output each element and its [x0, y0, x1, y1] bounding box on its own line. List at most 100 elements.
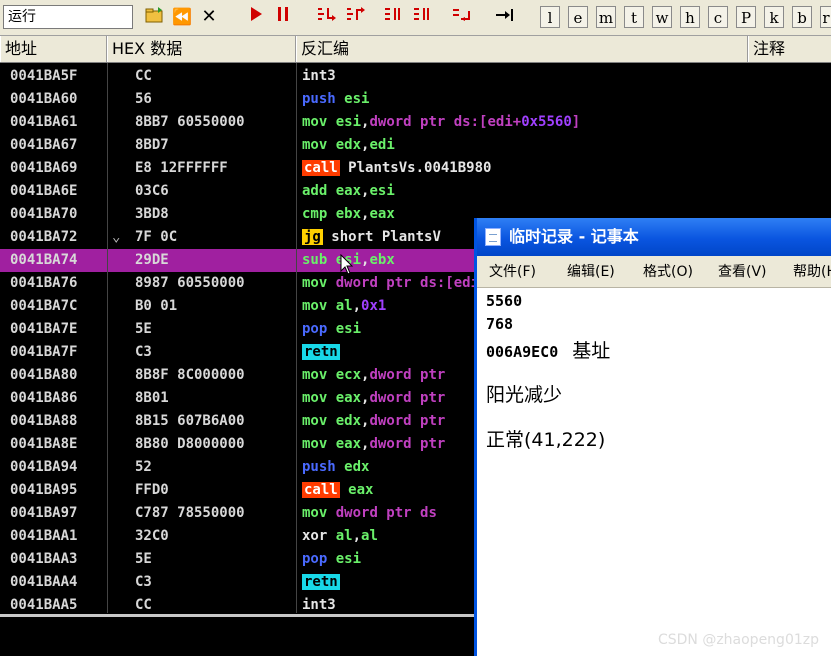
instruction-text: call PlantsVs.0041B980 [302, 157, 491, 180]
instruction-bytes: 3BD8 [135, 206, 169, 222]
opcode-mnemonic: int3 [302, 68, 336, 84]
jump-arrow-icon: ⌄ [112, 229, 121, 245]
instruction-text: mov dword ptr ds [302, 502, 437, 525]
menu-help[interactable]: 帮助(H) [793, 256, 831, 288]
windows-button[interactable]: w [652, 6, 672, 28]
instruction-row[interactable]: 0041BA6E 03C6 add eax,esi [0, 180, 831, 203]
instruction-address: 0041BA70 [10, 206, 78, 222]
handles-button[interactable]: h [680, 6, 700, 28]
instruction-address: 0041BA88 [10, 413, 78, 429]
open-icon[interactable] [142, 6, 166, 28]
instruction-text: call eax [302, 479, 373, 502]
breakpoints-button[interactable]: b [792, 6, 812, 28]
column-header-disassembly[interactable]: 反汇编 [296, 36, 748, 62]
opcode-mnemonic: mov [302, 413, 328, 429]
opcode-mnemonic: retn [302, 344, 340, 360]
opcode-mnemonic: mov [302, 137, 328, 153]
operand: esi [369, 183, 395, 199]
opcode-mnemonic: cmp [302, 206, 328, 222]
note-line: 768 [486, 315, 514, 333]
instruction-address: 0041BA74 [10, 252, 78, 268]
operand: eax [335, 183, 362, 199]
notepad-text-area[interactable]: 5560 768 006A9EC0 基址 阳光减少 正常(41,222) [477, 288, 831, 656]
opcode-mnemonic: retn [302, 574, 340, 590]
instruction-text: int3 [302, 594, 336, 613]
instruction-address: 0041BA7E [10, 321, 78, 337]
instruction-bytes: 8987 60550000 [135, 275, 245, 291]
instruction-address: 0041BA76 [10, 275, 78, 291]
column-header-comment[interactable]: 注释 [748, 36, 831, 62]
notepad-window[interactable]: 临时记录 - 记事本 文件(F) 编辑(E) 格式(O) 查看(V) 帮助(H)… [474, 218, 831, 656]
notepad-title: 临时记录 - 记事本 [509, 227, 639, 246]
instruction-text: mov eax,dword ptr [302, 387, 445, 410]
instruction-row[interactable]: 0041BA5F CC int3 [0, 65, 831, 88]
operand: eax [348, 482, 374, 498]
close-icon[interactable]: ✕ [198, 6, 220, 28]
instruction-address: 0041BA7F [10, 344, 78, 360]
opcode-mnemonic: mov [302, 275, 328, 291]
operand: eax [369, 206, 395, 222]
operand: esi [344, 91, 370, 107]
operand: dword ptr ds:[edi+ [369, 114, 522, 130]
notepad-icon [485, 228, 501, 246]
trace-into-icon[interactable] [382, 6, 406, 28]
instruction-address: 0041BA60 [10, 91, 78, 107]
instruction-bytes: E8 12FFFFFF [135, 160, 228, 176]
trace-over-icon[interactable] [411, 6, 435, 28]
references-button[interactable]: r [820, 6, 831, 28]
step-into-icon[interactable] [315, 6, 339, 28]
run-icon[interactable] [245, 6, 267, 28]
instruction-row[interactable]: 0041BA69 E8 12FFFFFF call PlantsVs.0041B98… [0, 157, 831, 180]
executable-modules-button[interactable]: e [568, 6, 588, 28]
column-divider [296, 63, 297, 613]
menu-format[interactable]: 格式(O) [643, 256, 693, 288]
operand: esi [335, 551, 362, 567]
instruction-address: 0041BA86 [10, 390, 78, 406]
instruction-bytes: C3 [135, 574, 152, 590]
instruction-address: 0041BA61 [10, 114, 78, 130]
operand: 0x5560 [521, 114, 572, 130]
rewind-icon[interactable]: ⏪ [170, 6, 194, 28]
operand: ebx [369, 252, 395, 268]
step-over-icon[interactable] [344, 6, 368, 28]
goto-icon[interactable] [492, 6, 516, 28]
status-indicator: 运行 [3, 5, 133, 29]
instruction-row[interactable]: 0041BA67 8BD7 mov edx,edi [0, 134, 831, 157]
memory-map-button[interactable]: m [596, 6, 616, 28]
menu-edit[interactable]: 编辑(E) [567, 256, 615, 288]
instruction-text: int3 [302, 65, 336, 88]
instruction-row[interactable]: 0041BA61 8BB7 60550000 mov esi,dword ptr d… [0, 111, 831, 134]
instruction-address: 0041BA6E [10, 183, 78, 199]
opcode-mnemonic: call [302, 160, 340, 176]
operand: dword ptr [369, 436, 446, 452]
watermark: CSDN @zhaopeng01zp [657, 632, 819, 648]
instruction-row[interactable]: 0041BA60 56 push esi [0, 88, 831, 111]
instruction-text: mov eax,dword ptr [302, 433, 445, 456]
threads-button[interactable]: t [624, 6, 644, 28]
instruction-text: mov edx,edi [302, 134, 395, 157]
instruction-address: 0041BA97 [10, 505, 78, 521]
execute-till-return-icon[interactable] [450, 6, 474, 28]
instruction-text: mov ecx,dword ptr [302, 364, 445, 387]
instruction-bytes: 32C0 [135, 528, 169, 544]
pause-icon[interactable] [272, 6, 294, 28]
notepad-title-bar[interactable]: 临时记录 - 记事本 [477, 218, 831, 256]
patches-button[interactable]: P [736, 6, 756, 28]
menu-file[interactable]: 文件(F) [489, 256, 536, 288]
menu-view[interactable]: 查看(V) [718, 256, 767, 288]
column-header-hex[interactable]: HEX 数据 [107, 36, 296, 62]
opcode-mnemonic: pop [302, 551, 328, 567]
operand: , [352, 298, 362, 314]
instruction-bytes: 8B80 D8000000 [135, 436, 245, 452]
log-window-button[interactable]: l [540, 6, 560, 28]
operand: al [361, 528, 378, 544]
cpu-button[interactable]: c [708, 6, 728, 28]
instruction-bytes: C787 78550000 [135, 505, 245, 521]
instruction-address: 0041BAA5 [10, 597, 78, 613]
operand: dword ptr ds [335, 505, 437, 521]
call-stack-button[interactable]: k [764, 6, 784, 28]
instruction-address: 0041BA80 [10, 367, 78, 383]
column-header-address[interactable]: 地址 [0, 36, 107, 62]
instruction-text: push esi [302, 88, 369, 111]
instruction-text: mov edx,dword ptr [302, 410, 445, 433]
